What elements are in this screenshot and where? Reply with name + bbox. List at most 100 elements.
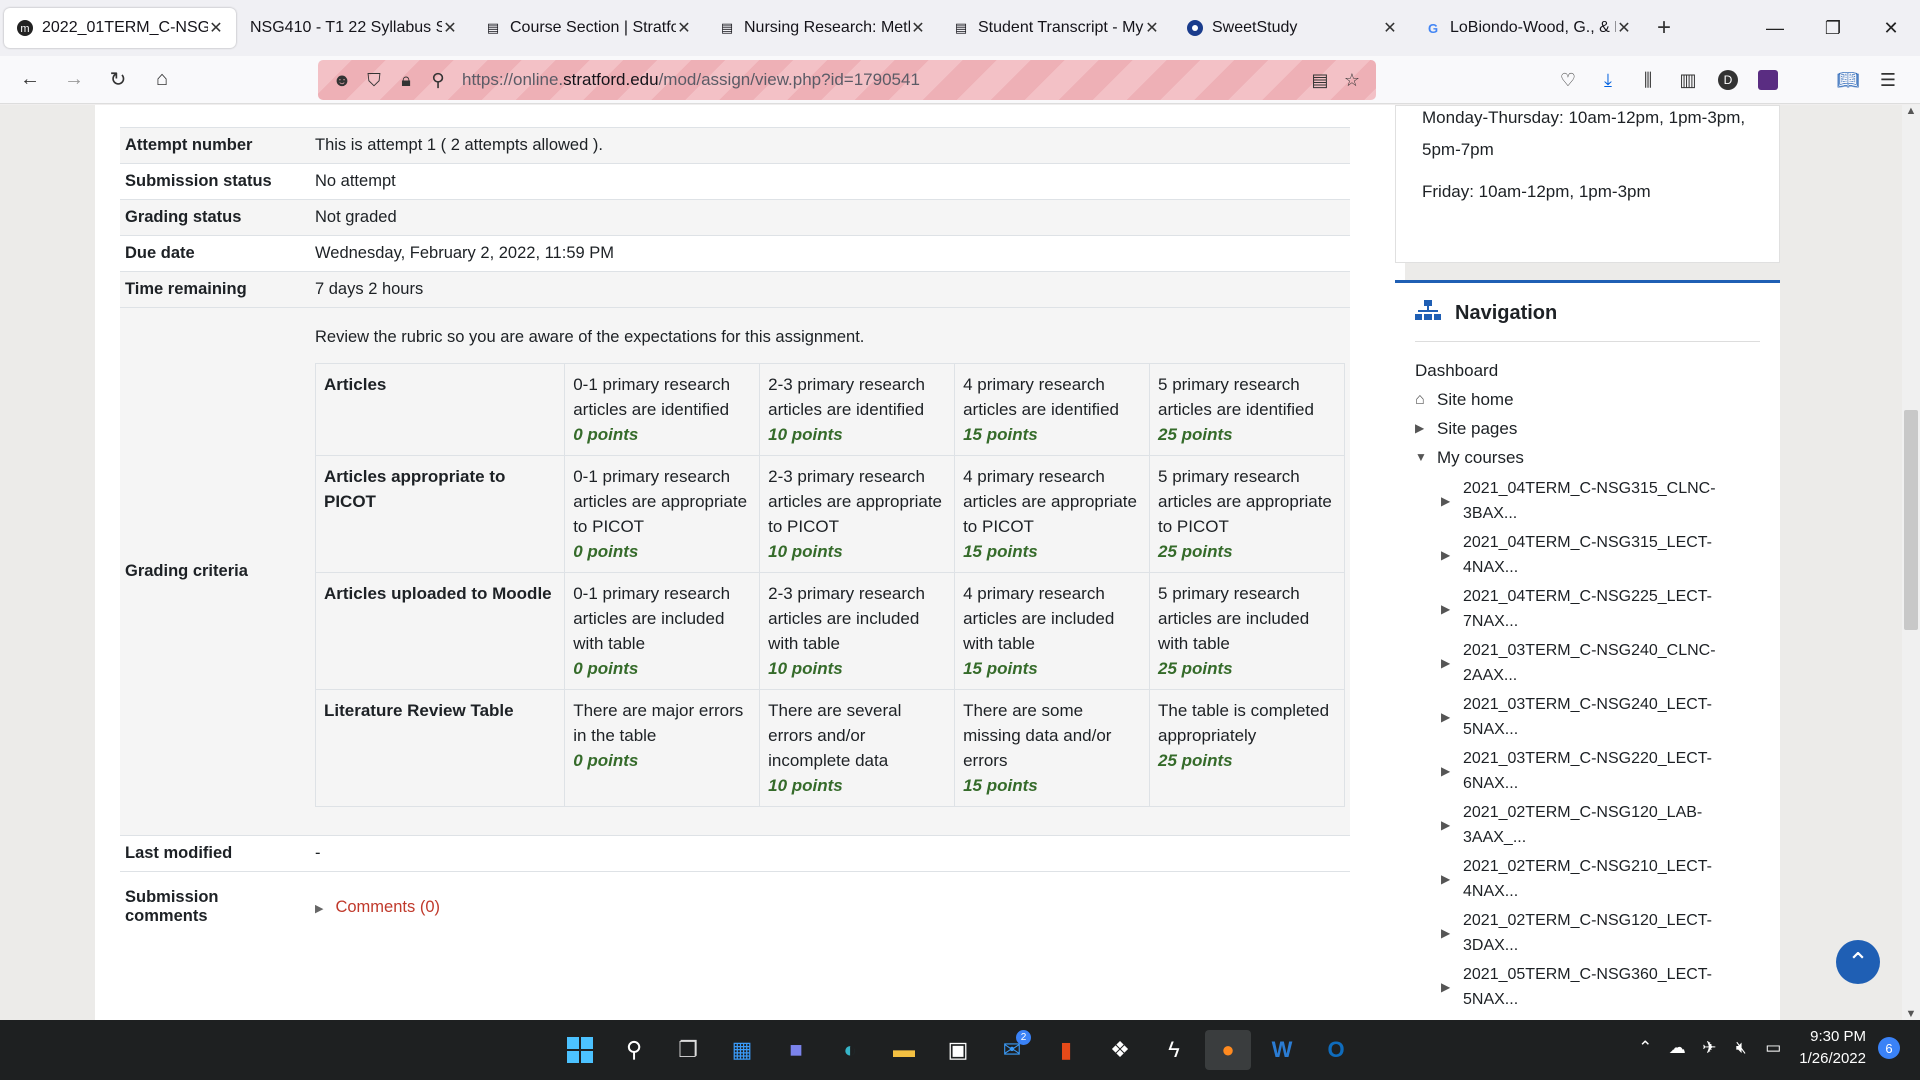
word-icon[interactable]: W bbox=[1259, 1030, 1305, 1070]
comments-link[interactable]: Comments (0) bbox=[335, 898, 440, 916]
nav-my-courses[interactable]: ▼ My courses bbox=[1415, 443, 1760, 472]
close-icon[interactable]: ✕ bbox=[208, 18, 224, 38]
permissions-icon[interactable]: ⚲ bbox=[422, 70, 454, 91]
browser-tab[interactable]: ▤ Nursing Research: Metho ✕ bbox=[706, 8, 938, 48]
nav-course-item[interactable]: ▶ 2021_03TERM_C-NSG240_LECT- 5NAX... bbox=[1415, 692, 1760, 742]
table-row: Submission comments ▶ Comments (0) bbox=[120, 871, 1350, 934]
library-icon[interactable]: ⫼ bbox=[1628, 60, 1668, 100]
minimize-icon[interactable]: — bbox=[1746, 0, 1804, 56]
office-icon[interactable]: ▮ bbox=[1043, 1030, 1089, 1070]
reader-view-icon[interactable]: ▤ bbox=[1304, 70, 1336, 91]
level-description: The table is completed appropriately bbox=[1158, 701, 1330, 745]
outlook-icon[interactable]: O bbox=[1313, 1030, 1359, 1070]
level-points: 15 points bbox=[963, 542, 1038, 561]
clock[interactable]: 9:30 PM 1/26/2022 bbox=[1799, 1026, 1866, 1070]
browser-tab[interactable]: NSG410 - T1 22 Syllabus Sup ✕ bbox=[238, 8, 470, 48]
store-icon[interactable]: ▣ bbox=[935, 1030, 981, 1070]
course-name: 2021_04TERM_C-NSG315_LECT- 4NAX... bbox=[1463, 530, 1712, 580]
caret-right-icon: ▶ bbox=[1441, 925, 1451, 940]
mail-icon[interactable]: ✉ 2 bbox=[989, 1030, 1035, 1070]
close-icon[interactable]: ✕ bbox=[442, 18, 458, 38]
url-text[interactable]: https://online.stratford.edu/mod/assign/… bbox=[454, 70, 1304, 90]
caret-right-icon[interactable]: ▶ bbox=[315, 903, 323, 915]
nav-course-item[interactable]: ▶ 2021_04TERM_C-NSG225_LECT- 7NAX... bbox=[1415, 584, 1760, 634]
back-to-top-button[interactable]: ⌃ bbox=[1836, 940, 1880, 984]
rubric-row: Literature Review Table There are major e… bbox=[314, 689, 1345, 807]
hours-text: Friday: 10am-12pm, 1pm-3pm bbox=[1422, 182, 1651, 201]
teams-chat-icon[interactable]: ■ bbox=[773, 1030, 819, 1070]
row-value: No attempt bbox=[310, 163, 1350, 200]
volume-muted-icon[interactable]: 🔇︎ bbox=[1725, 1038, 1757, 1058]
course-line: 2021_03TERM_C-NSG220_LECT- bbox=[1463, 750, 1713, 767]
airplane-mode-icon[interactable]: ✈ bbox=[1693, 1038, 1725, 1058]
course-name: 2021_03TERM_C-NSG240_CLNC- 2AAX... bbox=[1463, 638, 1716, 688]
task-view-icon[interactable]: ❐ bbox=[665, 1030, 711, 1070]
search-icon[interactable]: ⚲ bbox=[611, 1030, 657, 1070]
star-icon[interactable]: ☆ bbox=[1336, 70, 1368, 91]
shield-icon[interactable]: ⛉ bbox=[358, 70, 390, 91]
scrollbar-thumb[interactable] bbox=[1904, 410, 1918, 630]
close-icon[interactable]: ✕ bbox=[1616, 18, 1632, 38]
onedrive-icon[interactable]: ☁ bbox=[1661, 1038, 1693, 1058]
level-points: 10 points bbox=[768, 542, 843, 561]
file-explorer-icon[interactable]: ▬ bbox=[881, 1030, 927, 1070]
rubric-table: Articles 0-1 primary research articles ar… bbox=[314, 363, 1345, 807]
scroll-down-icon[interactable]: ▼ bbox=[1902, 1008, 1920, 1020]
browser-tab[interactable]: G LoBiondo-Wood, G., & H ✕ bbox=[1412, 8, 1644, 48]
browser-tab[interactable]: ▤ Student Transcript - My F ✕ bbox=[940, 8, 1172, 48]
download-icon[interactable]: ⤓ bbox=[1588, 60, 1628, 100]
menu-icon[interactable]: ☰ bbox=[1868, 60, 1908, 100]
rubric-level: 2-3 primary research articles are identi… bbox=[759, 363, 956, 456]
account-avatar-icon[interactable]: D bbox=[1708, 60, 1748, 100]
browser-tab[interactable]: SweetStudy ✕ bbox=[1174, 8, 1410, 48]
nav-course-item[interactable]: ▶ 2021_04TERM_C-NSG315_LECT- 4NAX... bbox=[1415, 530, 1760, 580]
caret-right-icon: ▶ bbox=[1415, 421, 1425, 435]
nav-course-item[interactable]: ▶ 2021_02TERM_C-NSG210_LECT- 4NAX... bbox=[1415, 854, 1760, 904]
scrollbar[interactable]: ▲ ▼ bbox=[1902, 105, 1920, 1020]
close-icon[interactable]: ✕ bbox=[1382, 18, 1398, 38]
browser-tab-bar: m 2022_01TERM_C-NSG410 ✕ NSG410 - T1 22 … bbox=[0, 0, 1920, 56]
home-icon: ⌂ bbox=[1415, 391, 1425, 408]
close-icon[interactable]: ✕ bbox=[1144, 18, 1160, 38]
nav-course-item[interactable]: ▶ 2021_03TERM_C-NSG220_LECT- 6NAX... bbox=[1415, 746, 1760, 796]
lightning-app-icon[interactable]: ϟ bbox=[1151, 1030, 1197, 1070]
nav-course-item[interactable]: ▶ 2021_02TERM_C-NSG120_LAB- 3AAX_... bbox=[1415, 800, 1760, 850]
pocket-icon[interactable]: ♡ bbox=[1548, 60, 1588, 100]
dropbox-icon[interactable]: ❖ bbox=[1097, 1030, 1143, 1070]
back-arrow-icon[interactable]: ← bbox=[8, 60, 52, 100]
edge-icon[interactable]: ◐ bbox=[827, 1030, 873, 1070]
forward-arrow-icon[interactable]: → bbox=[52, 60, 96, 100]
browser-tab[interactable]: m 2022_01TERM_C-NSG410 ✕ bbox=[4, 8, 236, 48]
windows-start-icon[interactable] bbox=[557, 1030, 603, 1070]
nav-course-item[interactable]: ▶ 2021_03TERM_C-NSG240_CLNC- 2AAX... bbox=[1415, 638, 1760, 688]
close-icon[interactable]: ✕ bbox=[676, 18, 692, 38]
browser-tab[interactable]: ▤ Course Section | Stratford ✕ bbox=[472, 8, 704, 48]
address-bar[interactable]: ☻ ⛉ 🔒︎ ⚲ https://online.stratford.edu/mo… bbox=[318, 60, 1376, 100]
new-tab-plus-icon[interactable]: + bbox=[1646, 10, 1682, 46]
battery-icon[interactable]: ▭ bbox=[1757, 1038, 1789, 1058]
reader-extension-icon[interactable]: 📖︎ bbox=[1828, 60, 1868, 100]
nav-course-item[interactable]: ▶ 2021_02TERM_C-NSG120_LECT- 3DAX... bbox=[1415, 908, 1760, 958]
office-hours-block: Monday-Thursday: 10am-12pm, 1pm-3pm, 5pm… bbox=[1395, 105, 1780, 263]
restore-icon[interactable]: ❐ bbox=[1804, 0, 1862, 56]
close-icon[interactable]: ✕ bbox=[910, 18, 926, 38]
nav-site-home[interactable]: ⌂ Site home bbox=[1415, 385, 1760, 414]
course-name: 2021_03TERM_C-NSG220_LECT- 6NAX... bbox=[1463, 746, 1712, 796]
nav-dashboard[interactable]: Dashboard bbox=[1415, 356, 1760, 385]
nav-site-pages[interactable]: ▶ Site pages bbox=[1415, 414, 1760, 443]
chevron-up-icon[interactable]: ⌃ bbox=[1629, 1038, 1661, 1058]
notification-badge[interactable]: 6 bbox=[1878, 1037, 1900, 1059]
sidebar-icon[interactable]: ▥ bbox=[1668, 60, 1708, 100]
firefox-icon[interactable]: ● bbox=[1205, 1030, 1251, 1070]
extension-icon[interactable] bbox=[1748, 60, 1788, 100]
moodle-icon: m bbox=[16, 19, 34, 37]
home-icon[interactable]: ⌂ bbox=[140, 60, 184, 100]
scroll-up-icon[interactable]: ▲ bbox=[1902, 105, 1920, 117]
reload-icon[interactable]: ↻ bbox=[96, 60, 140, 100]
lock-icon[interactable]: 🔒︎ bbox=[390, 70, 422, 91]
clock-time: 9:30 PM bbox=[1810, 1028, 1866, 1045]
widgets-icon[interactable]: ▦ bbox=[719, 1030, 765, 1070]
close-window-icon[interactable]: ✕ bbox=[1862, 0, 1920, 56]
nav-course-item[interactable]: ▶ 2021_05TERM_C-NSG360_LECT- 5NAX... bbox=[1415, 962, 1760, 1012]
nav-course-item[interactable]: ▶ 2021_04TERM_C-NSG315_CLNC- 3BAX... bbox=[1415, 476, 1760, 526]
